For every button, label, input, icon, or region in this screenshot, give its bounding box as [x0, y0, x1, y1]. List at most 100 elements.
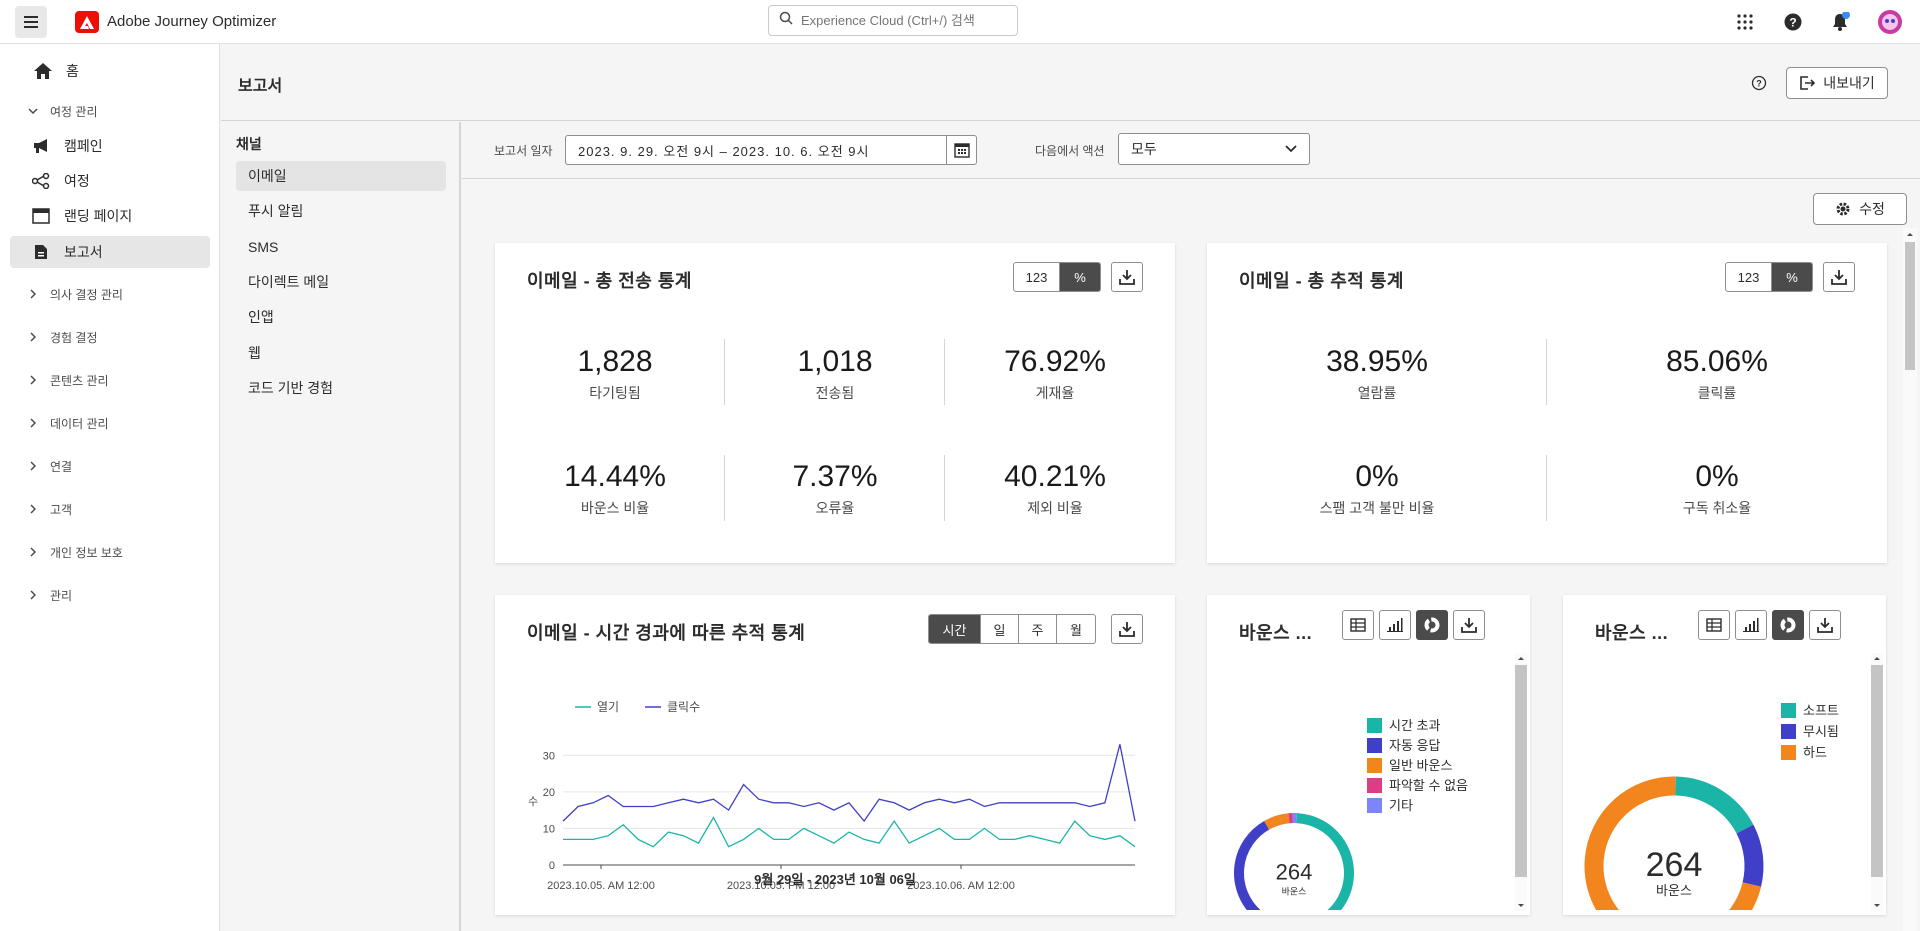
scroll-thumb[interactable]: [1905, 242, 1915, 370]
sidebar-item-label: 여정: [64, 173, 90, 189]
sidebar-group-customers[interactable]: 고객: [10, 494, 210, 524]
sidebar-item-campaign[interactable]: 캠페인: [10, 130, 210, 162]
metric-label: 열람률: [1357, 385, 1397, 401]
scroll-down-icon[interactable]: [1871, 902, 1883, 910]
format-toggle[interactable]: 123 %: [1013, 262, 1101, 292]
download-button[interactable]: [1453, 610, 1485, 640]
gear-icon: [1835, 201, 1851, 217]
card-scrollbar[interactable]: [1871, 653, 1883, 911]
channel-sms[interactable]: SMS: [236, 232, 446, 262]
card-scrollbar[interactable]: [1515, 653, 1527, 911]
sidebar-item-journey[interactable]: 여정: [10, 165, 210, 197]
donut-icon: [1780, 617, 1796, 633]
channel-web[interactable]: 웹: [236, 338, 446, 368]
channel-email[interactable]: 이메일: [236, 161, 446, 191]
sidebar-item-home[interactable]: 홈: [10, 55, 210, 87]
card-title: 이메일 - 시간 경과에 따른 추적 통계: [527, 623, 806, 643]
megaphone-icon: [32, 137, 50, 155]
number-format-button[interactable]: 123: [1726, 263, 1772, 291]
channel-direct-mail[interactable]: 다이렉트 메일: [236, 267, 446, 297]
bar-view-button[interactable]: [1379, 610, 1411, 640]
time-stats-card: 이메일 - 시간 경과에 따른 추적 통계 시간 일 주 월 열기 클릭수 0 10 2…: [495, 595, 1175, 915]
sidebar-group-connections[interactable]: 연결: [10, 451, 210, 481]
sidebar-item-landing-page[interactable]: 랜딩 페이지: [10, 200, 210, 232]
card-title: 이메일 - 총 추적 통계: [1239, 271, 1404, 291]
legend-swatch: [1367, 758, 1382, 773]
download-button[interactable]: [1823, 262, 1855, 292]
granularity-hour-button[interactable]: 시간: [929, 615, 981, 643]
sidebar-group-experience[interactable]: 경험 결정: [10, 322, 210, 352]
percent-format-button[interactable]: %: [1060, 263, 1100, 291]
chevron-right-icon: [26, 504, 40, 514]
sidebar-group-data[interactable]: 데이터 관리: [10, 408, 210, 438]
donut-slice: [1675, 776, 1754, 834]
sidebar-group-label: 의사 결정 관리: [50, 287, 123, 302]
page-scrollbar[interactable]: [1903, 228, 1917, 931]
help-icon[interactable]: ?: [1782, 11, 1804, 33]
table-view-button[interactable]: [1698, 610, 1730, 640]
channel-code-based[interactable]: 코드 기반 경험: [236, 373, 446, 403]
metric-bounce-rate: 14.44% 바운스 비율: [535, 460, 695, 518]
calendar-icon[interactable]: [946, 136, 976, 164]
donut-slice: [1234, 820, 1270, 910]
metric-value: 85.06%: [1666, 345, 1768, 378]
channel-push[interactable]: 푸시 알림: [236, 196, 446, 226]
scroll-thumb[interactable]: [1515, 665, 1527, 877]
format-toggle[interactable]: 123 %: [1725, 262, 1813, 292]
action-select[interactable]: 모두: [1118, 133, 1310, 165]
download-button[interactable]: [1111, 262, 1143, 292]
metric-label: 오류율: [815, 500, 855, 516]
donut-view-button[interactable]: [1772, 610, 1804, 640]
sidebar-group-label: 개인 정보 보호: [50, 545, 123, 560]
search-box[interactable]: [768, 5, 1018, 36]
apps-grid-icon[interactable]: [1734, 11, 1756, 33]
sidebar-group-privacy[interactable]: 개인 정보 보호: [10, 537, 210, 567]
scroll-up-icon[interactable]: [1871, 654, 1883, 662]
donut-view-button[interactable]: [1416, 610, 1448, 640]
scroll-down-icon[interactable]: [1515, 902, 1527, 910]
menu-icon[interactable]: [15, 6, 47, 38]
bell-icon[interactable]: [1829, 11, 1851, 33]
download-button[interactable]: [1809, 610, 1841, 640]
adobe-logo-icon[interactable]: [75, 11, 99, 33]
sidebar-group-admin[interactable]: 관리: [10, 580, 210, 610]
scroll-thumb[interactable]: [1871, 665, 1883, 877]
sidebar-item-reports[interactable]: 보고서: [10, 236, 210, 268]
action-select-value: 모두: [1131, 141, 1157, 157]
table-view-button[interactable]: [1342, 610, 1374, 640]
donut-center-label: 바운스: [1656, 883, 1692, 898]
sidebar-group-content[interactable]: 콘텐츠 관리: [10, 365, 210, 395]
granularity-week-button[interactable]: 주: [1019, 615, 1057, 643]
bar-view-button[interactable]: [1735, 610, 1767, 640]
granularity-month-button[interactable]: 월: [1057, 615, 1095, 643]
granularity-toggle[interactable]: 시간 일 주 월: [928, 614, 1096, 644]
avatar[interactable]: [1877, 9, 1903, 35]
table-icon: [1350, 618, 1366, 632]
metric-error-rate: 7.37% 오류율: [755, 460, 915, 518]
number-format-button[interactable]: 123: [1014, 263, 1060, 291]
granularity-day-button[interactable]: 일: [981, 615, 1019, 643]
date-range-field[interactable]: 2023. 9. 29. 오전 9시 – 2023. 10. 6. 오전 9시: [565, 135, 977, 165]
sidebar-group-decision[interactable]: 의사 결정 관리: [10, 279, 210, 309]
date-range-value[interactable]: 2023. 9. 29. 오전 9시 – 2023. 10. 6. 오전 9시: [566, 141, 946, 160]
app-title[interactable]: Adobe Journey Optimizer: [107, 13, 276, 30]
metric-value: 1,828: [577, 345, 653, 378]
legend-label: 일반 바운스: [1389, 758, 1452, 773]
chevron-right-icon: [26, 375, 40, 385]
export-button[interactable]: 내보내기: [1786, 67, 1888, 99]
download-icon: [1119, 269, 1135, 285]
scroll-up-icon[interactable]: [1515, 654, 1527, 662]
percent-format-button[interactable]: %: [1772, 263, 1812, 291]
channel-in-app[interactable]: 인앱: [236, 302, 446, 332]
page-title: 보고서: [238, 78, 283, 95]
download-button[interactable]: [1111, 614, 1143, 644]
sidebar-item-label: 보고서: [64, 244, 103, 260]
metric-spam-rate: 0% 스팸 고객 불만 비율: [1267, 460, 1487, 518]
sidebar-group-journey[interactable]: 여정 관리: [10, 96, 210, 126]
edit-button[interactable]: 수정: [1813, 193, 1907, 225]
series-line: [562, 744, 1136, 823]
scroll-up-icon[interactable]: [1903, 230, 1917, 238]
legend-swatch: [1367, 798, 1382, 813]
search-input[interactable]: [801, 13, 1001, 28]
info-icon[interactable]: ?: [1751, 75, 1767, 91]
